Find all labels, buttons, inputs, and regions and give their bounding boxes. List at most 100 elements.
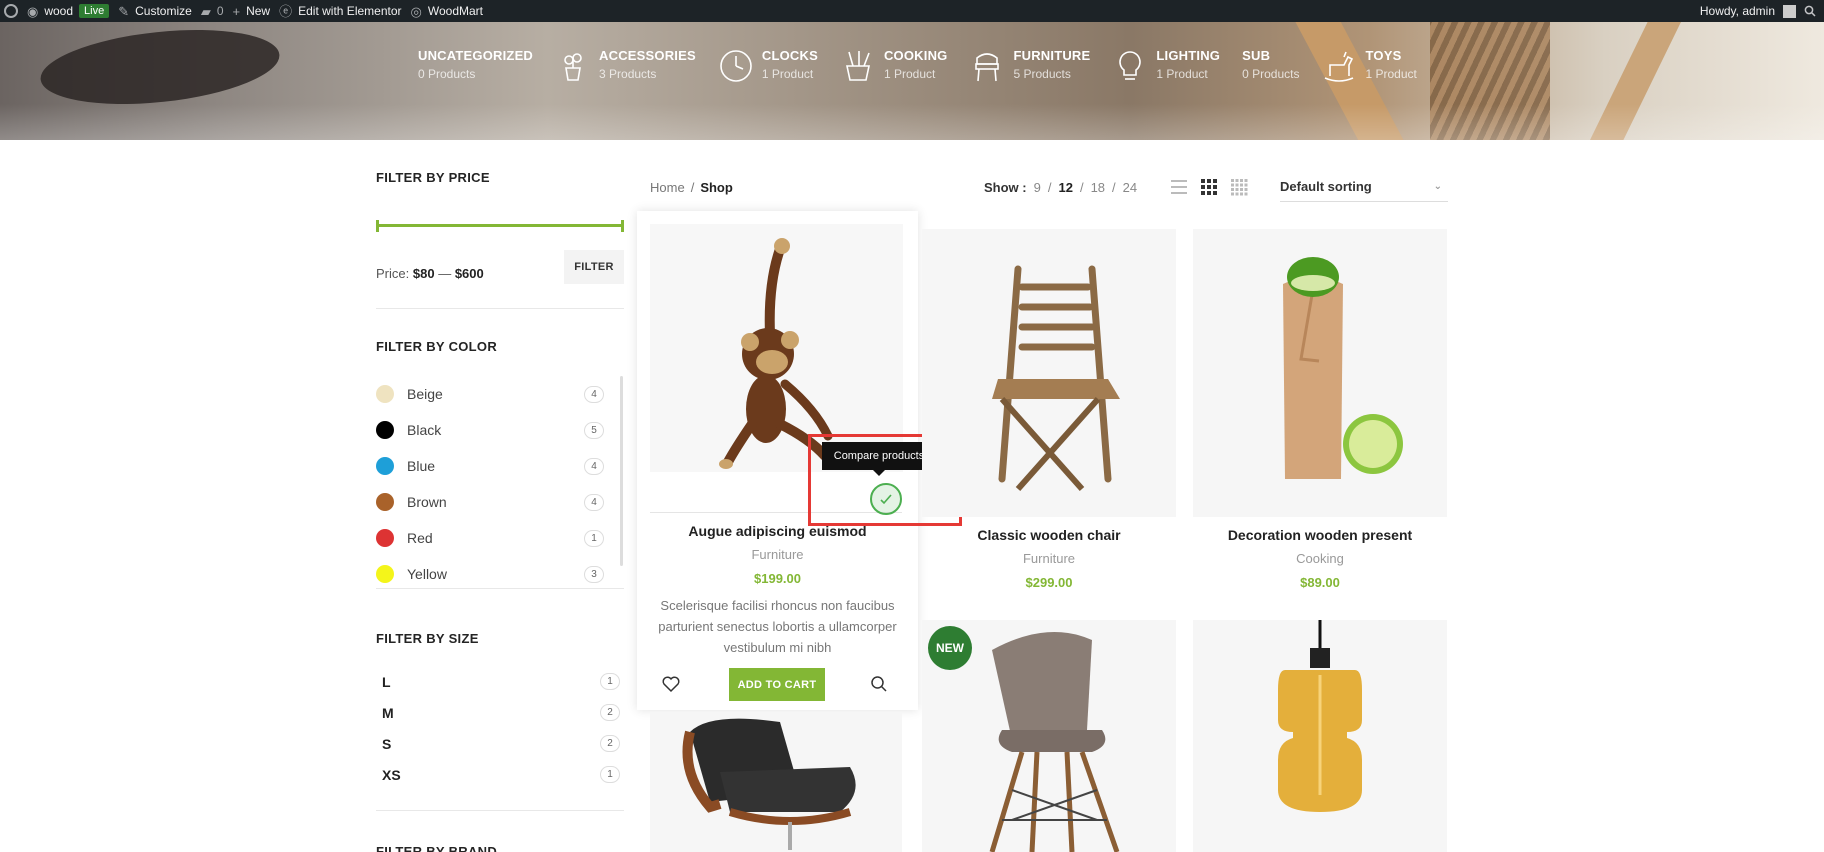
- sort-select[interactable]: Default sorting ⌄: [1280, 172, 1448, 202]
- filter-color-title: FILTER BY COLOR: [376, 339, 498, 354]
- color-filter-beige[interactable]: Beige 4: [376, 376, 616, 412]
- category-text: UNCATEGORIZED 0 Products: [418, 48, 533, 84]
- elementor-label: Edit with Elementor: [298, 4, 402, 18]
- admin-elementor[interactable]: ⓔ Edit with Elementor: [279, 0, 410, 22]
- wooden-present-image: [1283, 257, 1403, 479]
- size-name: M: [382, 704, 394, 721]
- price-max-handle[interactable]: [621, 220, 624, 232]
- admin-site-name[interactable]: ◉ wood Live: [27, 0, 118, 22]
- per-page-separator: /: [1047, 180, 1052, 195]
- per-page-option[interactable]: 9: [1034, 180, 1041, 195]
- howdy-admin[interactable]: Howdy, admin: [1700, 4, 1775, 18]
- size-filter-l[interactable]: L 1: [376, 666, 624, 697]
- price-range-slider[interactable]: [376, 220, 624, 232]
- breadcrumb: Home / Shop: [650, 180, 733, 195]
- heart-icon[interactable]: [661, 674, 681, 694]
- price-range-label: Price: $80 — $600: [376, 266, 484, 281]
- price-label: Price:: [376, 266, 410, 281]
- category-toys[interactable]: TOYS 1 Product: [1321, 48, 1417, 84]
- product-category[interactable]: Cooking: [1193, 551, 1447, 566]
- category-name: CLOCKS: [761, 48, 818, 63]
- woodmart-icon: ◎: [410, 3, 422, 19]
- grid-4-view-icon[interactable]: [1230, 178, 1248, 196]
- size-count-badge: 1: [600, 673, 620, 690]
- price-filter-button[interactable]: FILTER: [564, 250, 624, 284]
- product-image[interactable]: [922, 229, 1176, 517]
- price-max-value: $600: [454, 266, 484, 281]
- category-name: TOYS: [1365, 48, 1402, 63]
- product-image[interactable]: [1193, 229, 1447, 517]
- product-card[interactable]: Classic wooden chair Furniture $299.00: [922, 229, 1176, 590]
- admin-woodmart[interactable]: ◎ WoodMart: [411, 0, 492, 22]
- category-lighting[interactable]: LIGHTING 1 Product: [1112, 48, 1220, 84]
- wooden-chair-image: [992, 265, 1120, 491]
- color-list-scrollbar[interactable]: [620, 376, 623, 566]
- avatar[interactable]: [1783, 4, 1796, 18]
- size-filter-s[interactable]: S 2: [376, 728, 624, 759]
- product-image-lounge-chair[interactable]: [650, 712, 902, 852]
- product-title[interactable]: Decoration wooden present: [1193, 527, 1447, 543]
- compare-button[interactable]: [870, 483, 902, 515]
- admin-comments[interactable]: ▰ 0: [201, 0, 233, 22]
- size-count-badge: 2: [600, 735, 620, 752]
- site-name-label: wood: [44, 4, 74, 18]
- product-title[interactable]: Augue adipiscing euismod: [637, 523, 918, 539]
- category-accessories[interactable]: ACCESSORIES 3 Products: [555, 48, 696, 84]
- category-uncategorized[interactable]: UNCATEGORIZED 0 Products: [418, 48, 533, 84]
- grid-3-view-icon[interactable]: [1200, 178, 1218, 196]
- bulb-icon: [1119, 51, 1142, 80]
- list-view-icon[interactable]: [1170, 178, 1188, 196]
- comments-count: 0: [216, 4, 224, 18]
- category-count: 1 Product: [883, 67, 936, 81]
- sort-selected-label: Default sorting: [1280, 179, 1372, 194]
- per-page-option-active[interactable]: 12: [1058, 180, 1072, 195]
- color-filter-brown[interactable]: Brown 4: [376, 484, 616, 520]
- woodmart-label: WoodMart: [427, 4, 483, 18]
- per-page-option[interactable]: 18: [1091, 180, 1105, 195]
- compare-tooltip: Compare products: [822, 442, 936, 476]
- size-filter-xs[interactable]: XS 1: [376, 759, 624, 790]
- color-name: Black: [407, 422, 442, 438]
- category-text: COOKING 1 Product: [884, 48, 948, 84]
- color-filter-blue[interactable]: Blue 4: [376, 448, 616, 484]
- category-name: LIGHTING: [1156, 48, 1221, 63]
- category-sub[interactable]: SUB 0 Products: [1242, 48, 1299, 84]
- dashboard-icon: ◉: [27, 3, 39, 19]
- per-page-separator: /: [1112, 180, 1116, 195]
- color-name: Yellow: [407, 566, 447, 582]
- admin-search-icon[interactable]: [1804, 5, 1816, 17]
- category-clocks[interactable]: CLOCKS 1 Product: [718, 48, 818, 84]
- color-count-badge: 3: [584, 565, 604, 583]
- sidebar-divider: [376, 588, 624, 589]
- breadcrumb-home[interactable]: Home: [650, 180, 685, 195]
- category-text: ACCESSORIES 3 Products: [599, 48, 696, 84]
- add-to-cart-button[interactable]: ADD TO CART: [729, 668, 825, 701]
- per-page-selector: Show : 9 / 12 / 18 / 24: [984, 180, 1137, 195]
- color-filter-black[interactable]: Black 5: [376, 412, 616, 448]
- color-filter-red[interactable]: Red 1: [376, 520, 616, 556]
- category-text: CLOCKS 1 Product: [762, 48, 818, 84]
- wordpress-logo-icon[interactable]: [4, 4, 18, 18]
- size-filter-m[interactable]: M 2: [376, 697, 624, 728]
- product-image-pendant-lamp[interactable]: [1193, 620, 1447, 852]
- category-cooking[interactable]: COOKING 1 Product: [840, 48, 948, 84]
- product-card[interactable]: Decoration wooden present Cooking $89.00: [1193, 229, 1447, 590]
- product-image[interactable]: [650, 224, 903, 472]
- category-furniture[interactable]: FURNITURE 5 Products: [969, 48, 1090, 84]
- color-count-badge: 4: [584, 385, 604, 403]
- admin-new[interactable]: + New: [233, 0, 280, 22]
- image-divider: [650, 512, 902, 513]
- size-count-badge: 1: [600, 766, 620, 783]
- quick-view-search-icon[interactable]: [869, 674, 889, 694]
- comment-icon: ▰: [200, 3, 211, 19]
- price-min-handle[interactable]: [376, 220, 379, 232]
- new-label: New: [246, 4, 271, 18]
- admin-customize[interactable]: ✎ Customize: [118, 0, 201, 22]
- filter-size-title: FILTER BY SIZE: [376, 631, 479, 646]
- product-category[interactable]: Furniture: [922, 551, 1176, 566]
- category-text: FURNITURE 5 Products: [1013, 48, 1090, 84]
- product-title[interactable]: Classic wooden chair: [922, 527, 1176, 543]
- color-filter-yellow[interactable]: Yellow 3: [376, 556, 616, 592]
- per-page-option[interactable]: 24: [1123, 180, 1137, 195]
- product-category[interactable]: Furniture: [637, 547, 918, 562]
